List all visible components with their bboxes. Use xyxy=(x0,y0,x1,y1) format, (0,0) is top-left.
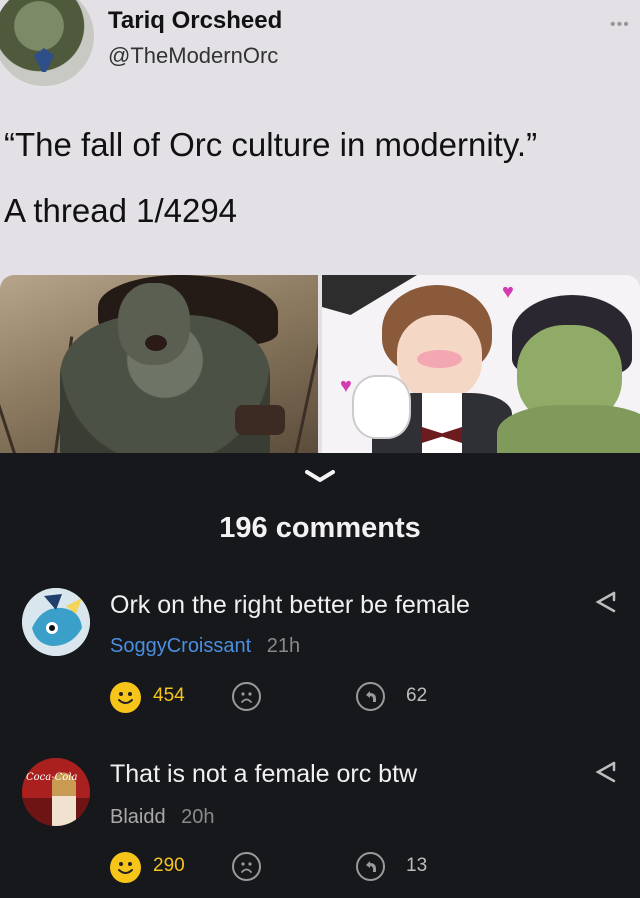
tweet-photo-right-anime: ♥ ♥ xyxy=(322,275,640,453)
tweet-author-avatar xyxy=(0,0,94,86)
sad-emoji-icon[interactable] xyxy=(232,852,261,881)
avatar-logo-text: Coca-Cola xyxy=(26,772,77,783)
comment-meta[interactable]: Blaidd 20h xyxy=(110,806,215,829)
heart-icon: ♥ xyxy=(502,281,514,303)
happy-emoji-icon[interactable] xyxy=(110,682,141,713)
tweet-author-name: Tariq Orcsheed xyxy=(108,7,283,34)
commenter-avatar[interactable]: Coca-Cola xyxy=(22,758,90,826)
reply-icon[interactable] xyxy=(356,682,385,711)
comments-count: 196 comments xyxy=(219,512,421,544)
share-icon[interactable] xyxy=(594,590,618,614)
comment-meta[interactable]: SoggyCroissant 21h xyxy=(110,635,300,658)
reply-count: 13 xyxy=(406,855,428,876)
reaction-bar: 454 62 xyxy=(110,682,440,716)
reply-icon[interactable] xyxy=(356,852,385,881)
comment-item: Coca-Cola That is not a female orc btw B… xyxy=(0,758,640,898)
tweet-text-line-1: “The fall of Orc culture in modernity.” xyxy=(4,126,538,163)
ellipsis-icon: ••• xyxy=(610,16,630,33)
tweet-photo-left-orc xyxy=(0,275,318,453)
reply-count: 62 xyxy=(406,685,428,706)
comment-username[interactable]: Blaidd xyxy=(110,806,166,828)
comment-time: 21h xyxy=(266,635,301,657)
comment-item: Ork on the right better be female SoggyC… xyxy=(0,588,640,728)
comment-text: That is not a female orc btw xyxy=(110,760,418,788)
tweet-author-handle: @TheModernOrc xyxy=(108,43,279,68)
heart-icon: ♥ xyxy=(340,375,352,397)
reaction-bar: 290 13 xyxy=(110,852,440,886)
sad-emoji-icon[interactable] xyxy=(232,682,261,711)
comment-text: Ork on the right better be female xyxy=(110,591,470,619)
happy-emoji-icon[interactable] xyxy=(110,852,141,883)
chevron-down-icon[interactable] xyxy=(304,468,336,484)
like-count: 454 xyxy=(153,685,185,706)
comment-username[interactable]: SoggyCroissant xyxy=(110,635,251,657)
like-count: 290 xyxy=(153,855,185,876)
share-icon[interactable] xyxy=(594,760,618,784)
tweet-text-line-2: A thread 1/4294 xyxy=(4,192,238,229)
commenter-avatar[interactable] xyxy=(22,588,90,656)
comment-time: 20h xyxy=(181,806,215,828)
tweet-image[interactable]: Tariq Orcsheed @TheModernOrc ••• “The fa… xyxy=(0,0,640,453)
